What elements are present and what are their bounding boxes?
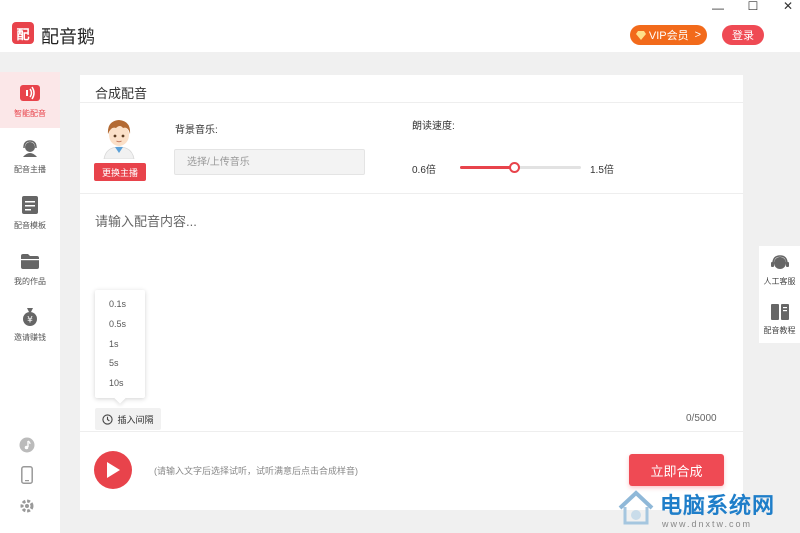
- speed-slider[interactable]: [460, 162, 581, 173]
- insert-pause-button[interactable]: 插入间隔: [95, 408, 161, 430]
- app-name: 配音鹅: [41, 27, 95, 47]
- sidebar-item-templates[interactable]: 配音模板: [0, 184, 60, 240]
- sidebar-item-label: 我的作品: [14, 277, 46, 286]
- title-bar: 配 配音鹅 — ☐ ✕ VIP会员 > 登录: [0, 0, 800, 52]
- app-logo: 配: [12, 22, 34, 44]
- right-panel-label: 人工客服: [763, 277, 796, 286]
- speed-slider-thumb[interactable]: [509, 162, 520, 173]
- pause-options-popup: 0.1s 0.5s 1s 5s 10s: [95, 290, 145, 404]
- pause-option[interactable]: 0.5s: [109, 319, 126, 329]
- synthesize-button[interactable]: 立即合成: [629, 454, 724, 486]
- divider: [80, 102, 743, 103]
- speed-max-label: 1.5倍: [590, 165, 614, 176]
- play-icon: [107, 462, 120, 478]
- folder-icon: [20, 252, 40, 270]
- insert-pause-label: 插入间隔: [117, 414, 154, 425]
- sidebar-item-label: 配音模板: [14, 221, 46, 230]
- phone-icon[interactable]: [18, 466, 36, 484]
- sidebar-item-my-works[interactable]: 我的作品: [0, 240, 60, 296]
- char-count: 0/5000: [686, 413, 717, 424]
- gear-icon[interactable]: [18, 497, 36, 515]
- maximize-button[interactable]: ☐: [741, 0, 765, 12]
- pause-option[interactable]: 0.1s: [109, 299, 126, 309]
- right-panel-label: 配音教程: [763, 326, 796, 335]
- page-title: 合成配音: [95, 86, 148, 101]
- pause-option[interactable]: 10s: [109, 378, 124, 388]
- svg-text:¥: ¥: [27, 316, 33, 326]
- pause-option[interactable]: 1s: [109, 339, 119, 349]
- close-button[interactable]: ✕: [776, 0, 800, 12]
- sidebar-item-label: 邀请赚钱: [14, 333, 46, 342]
- speed-slider-fill: [460, 166, 514, 169]
- chevron-right-icon: >: [694, 29, 702, 41]
- customer-service-button[interactable]: 人工客服: [759, 254, 800, 287]
- bg-music-label: 背景音乐:: [175, 125, 218, 136]
- house-logo-icon: [618, 490, 654, 525]
- watermark: 电脑系统网 www.dnxtw.com: [614, 485, 800, 533]
- headset-icon: [20, 140, 40, 158]
- money-bag-icon: ¥: [20, 308, 40, 326]
- template-icon: [20, 196, 40, 214]
- sidebar-item-label: 智能配音: [14, 109, 46, 118]
- tutorial-book-icon: [770, 304, 789, 320]
- clock-icon: [102, 413, 114, 425]
- synthesis-panel: 合成配音 更换主播 背景音乐: 朗读速度: 0.6倍 1.5倍 请输入配音内容.…: [80, 75, 743, 510]
- minimize-button[interactable]: —: [706, 2, 730, 14]
- divider: [80, 193, 743, 194]
- right-float-panel: 人工客服 配音教程: [759, 246, 800, 343]
- voice-icon: [20, 84, 40, 102]
- sidebar-item-smart-dubbing[interactable]: 智能配音: [0, 72, 60, 128]
- pause-option[interactable]: 5s: [109, 358, 119, 368]
- watermark-url: www.dnxtw.com: [662, 519, 753, 529]
- tutorial-button[interactable]: 配音教程: [759, 303, 800, 336]
- play-button[interactable]: [94, 451, 132, 489]
- watermark-title: 电脑系统网: [660, 493, 776, 518]
- customer-service-icon: [770, 255, 789, 269]
- divider: [80, 431, 743, 432]
- sidebar: 智能配音 配音主播 配音模板 我的作品 ¥ 邀请赚钱: [0, 72, 60, 533]
- hint-text: (请输入文字后选择试听，试听满意后点击合成样音): [154, 466, 358, 476]
- speed-min-label: 0.6倍: [412, 165, 436, 176]
- sidebar-item-label: 配音主播: [14, 165, 46, 174]
- content-textarea[interactable]: 请输入配音内容...: [95, 211, 197, 230]
- bg-music-input[interactable]: [174, 149, 365, 175]
- diamond-icon: [635, 30, 646, 40]
- popup-arrow: [114, 392, 126, 404]
- vip-button[interactable]: VIP会员 >: [630, 25, 707, 45]
- speed-label: 朗读速度:: [412, 121, 455, 132]
- login-button[interactable]: 登录: [722, 25, 764, 45]
- anchor-avatar: [103, 120, 135, 159]
- sidebar-item-invite-earn[interactable]: ¥ 邀请赚钱: [0, 296, 60, 352]
- change-anchor-button[interactable]: 更换主播: [94, 163, 146, 181]
- music-note-icon[interactable]: [18, 436, 36, 454]
- vip-label: VIP会员: [648, 30, 689, 42]
- sidebar-item-anchors[interactable]: 配音主播: [0, 128, 60, 184]
